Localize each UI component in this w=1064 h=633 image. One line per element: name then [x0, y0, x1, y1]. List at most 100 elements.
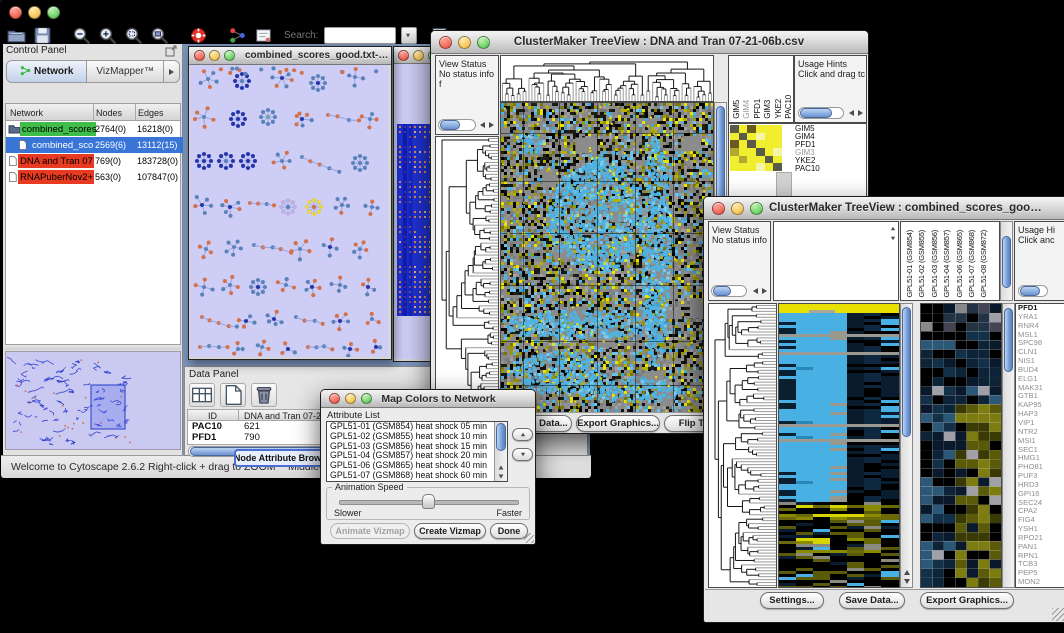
zoom-cell[interactable]: [756, 140, 765, 148]
table-row[interactable]: combined_scores2764(0)16218(0): [6, 121, 184, 137]
scroll-up-icon[interactable]: [498, 466, 503, 470]
zoom-cell[interactable]: [747, 140, 756, 148]
export-graphics-button[interactable]: Export Graphics...: [576, 415, 660, 432]
column-dendrogram[interactable]: [501, 56, 713, 101]
zoom-button[interactable]: [477, 36, 490, 49]
scroll-right-icon[interactable]: [858, 110, 863, 116]
tab-vizmapper[interactable]: VizMapper™: [87, 61, 163, 82]
minimize-button[interactable]: [413, 50, 424, 61]
table-row[interactable]: DNA and Tran 07769(0)183728(0): [6, 153, 184, 169]
done-button[interactable]: Done: [490, 523, 528, 539]
zoom-cell[interactable]: [747, 125, 756, 133]
zoom-cell[interactable]: [747, 133, 756, 141]
undock-icon[interactable]: [164, 44, 178, 58]
zoom-cell[interactable]: [730, 133, 739, 141]
gene-label[interactable]: MON2: [1016, 578, 1064, 587]
tv2-heatmap-vscrollbar[interactable]: [900, 303, 913, 588]
row-label[interactable]: PAC10: [795, 165, 865, 173]
heatmap[interactable]: [501, 103, 713, 412]
zoom-cell[interactable]: [747, 148, 756, 156]
zoom-cell[interactable]: [756, 125, 765, 133]
animate-vizmap-button[interactable]: Animate Vizmap: [330, 523, 410, 539]
tab-overflow-button[interactable]: [163, 61, 179, 82]
hscroll-thumb[interactable]: [1020, 286, 1040, 296]
node-attribute-browser-button[interactable]: Node Attribute Brows: [234, 449, 326, 467]
resize-grip[interactable]: [1052, 608, 1064, 621]
minimize-button[interactable]: [345, 393, 356, 404]
scroll-down-icon[interactable]: [891, 237, 895, 241]
col-header-network[interactable]: Network: [10, 108, 43, 118]
table-row[interactable]: combined_sco2569(6)13112(15): [6, 137, 184, 153]
zoom-button[interactable]: [361, 393, 372, 404]
scroll-left-icon[interactable]: [753, 288, 758, 294]
zoom-cell[interactable]: [739, 125, 748, 133]
minimize-button[interactable]: [731, 202, 744, 215]
zoom-cell[interactable]: [739, 140, 748, 148]
zoom-cell[interactable]: [765, 140, 774, 148]
search-input[interactable]: [324, 27, 396, 44]
tv2-zoom-vscrollbar[interactable]: [1002, 303, 1015, 588]
zoom-cell[interactable]: [765, 156, 774, 164]
zoom-heatmap[interactable]: [921, 304, 1001, 587]
heatmap[interactable]: [779, 304, 899, 587]
settings-button[interactable]: Settings...: [760, 592, 824, 609]
row-dendrogram[interactable]: [436, 137, 498, 412]
close-button[interactable]: [398, 50, 409, 61]
column-label[interactable]: GPL51-04 (GSM857): [942, 230, 951, 297]
zoom-cell[interactable]: [730, 140, 739, 148]
zoom-cell[interactable]: [773, 125, 782, 133]
export-graphics-button[interactable]: Export Graphics...: [920, 592, 1014, 609]
column-label[interactable]: YKE2: [774, 99, 783, 119]
dialog-title-bar[interactable]: Map Colors to Network: [321, 390, 535, 408]
network-canvas[interactable]: [190, 65, 388, 357]
column-label[interactable]: GPL51-08 (GSM872): [979, 230, 988, 297]
zoom-cell[interactable]: [756, 156, 765, 164]
close-button[interactable]: [439, 36, 452, 49]
close-button[interactable]: [9, 6, 22, 19]
zoom-cell[interactable]: [756, 133, 765, 141]
hscroll-thumb[interactable]: [800, 108, 832, 118]
column-label[interactable]: GIM5: [732, 100, 741, 119]
zoom-cell[interactable]: [730, 148, 739, 156]
attribute-item[interactable]: GPL51-07 (GSM868) heat shock 60 min: [327, 471, 507, 481]
table-grid-icon[interactable]: [189, 383, 215, 407]
close-button[interactable]: [194, 50, 205, 61]
scroll-down-icon[interactable]: [498, 475, 503, 479]
new-document-icon[interactable]: [220, 383, 246, 407]
hscroll-thumb[interactable]: [713, 286, 731, 296]
column-label[interactable]: GIM3: [763, 100, 772, 119]
zoom-cell[interactable]: [739, 148, 748, 156]
search-dropdown-button[interactable]: [401, 27, 417, 44]
zoom-cell[interactable]: [773, 133, 782, 141]
scroll-up-icon[interactable]: [891, 227, 895, 231]
column-label[interactable]: GPL51-07 (GSM868): [967, 230, 976, 297]
column-label[interactable]: GIM4: [742, 100, 751, 119]
column-label[interactable]: GPL51-02 (GSM855): [917, 230, 926, 297]
zoom-button[interactable]: [750, 202, 763, 215]
trash-icon[interactable]: [251, 383, 277, 407]
row-dendrogram[interactable]: [709, 304, 776, 587]
data-col-id[interactable]: ID: [208, 411, 217, 421]
splitter-handle[interactable]: [5, 345, 181, 350]
zoom-cell[interactable]: [730, 125, 739, 133]
zoom-cell[interactable]: [739, 163, 748, 171]
zoom-cell[interactable]: [730, 156, 739, 164]
network-window-title-bar[interactable]: combined_scores_good.txt--cluste...: [189, 47, 391, 65]
vscroll-thumb[interactable]: [1004, 308, 1013, 372]
minimize-button[interactable]: [209, 50, 220, 61]
column-label[interactable]: GPL51-03 (GSM856): [930, 230, 939, 297]
zoom-cell[interactable]: [773, 148, 782, 156]
minimize-button[interactable]: [458, 36, 471, 49]
zoom-cell[interactable]: [739, 156, 748, 164]
close-button[interactable]: [329, 393, 340, 404]
zoom-cell[interactable]: [773, 140, 782, 148]
zoom-cell[interactable]: [739, 133, 748, 141]
col-header-nodes[interactable]: Nodes: [96, 108, 122, 118]
zoom-heatmap[interactable]: [730, 125, 782, 171]
tv2-status-hscrollbar[interactable]: [711, 285, 747, 297]
column-label[interactable]: GPL51-01 (GSM854): [905, 230, 914, 297]
zoom-cell[interactable]: [765, 163, 774, 171]
zoom-cell[interactable]: [756, 163, 765, 171]
zoom-cell[interactable]: [773, 156, 782, 164]
scroll-right-icon[interactable]: [762, 288, 767, 294]
